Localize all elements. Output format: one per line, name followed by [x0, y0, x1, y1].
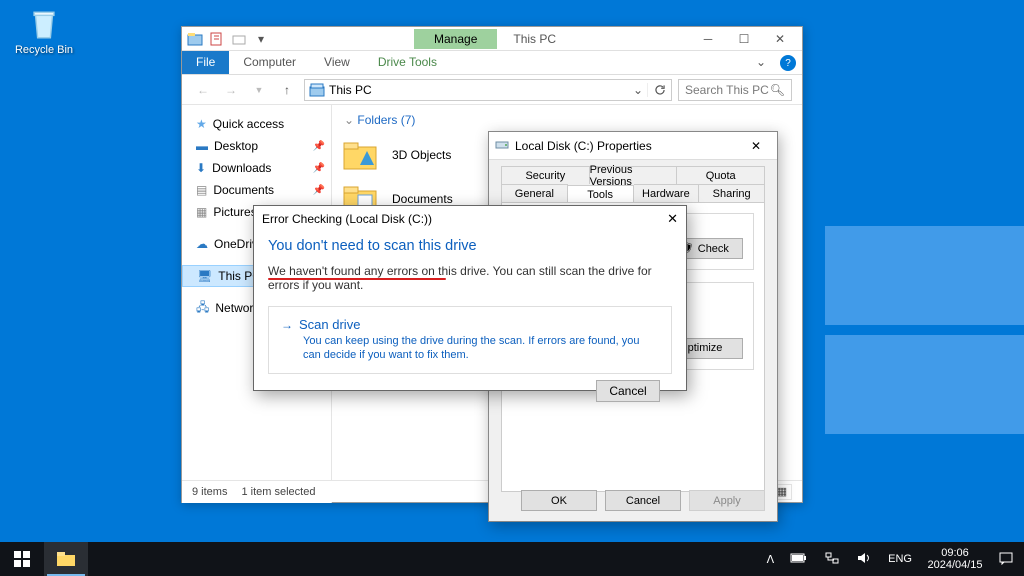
- ok-button[interactable]: OK: [521, 490, 597, 511]
- accent-panel: [825, 226, 1024, 325]
- error-checking-description: We haven't found any errors on this driv…: [268, 264, 672, 292]
- address-bar-row: ← → ▼ ↑ This PC ⌄ Search This PC 🔍︎: [182, 75, 802, 105]
- drive-icon: [495, 137, 509, 154]
- maximize-button[interactable]: ☐: [726, 28, 762, 50]
- status-item-count: 9 items: [192, 486, 227, 498]
- cancel-button[interactable]: Cancel: [596, 380, 660, 402]
- nav-forward-button[interactable]: →: [220, 83, 242, 97]
- onedrive-icon: ☁: [196, 237, 208, 251]
- ribbon-tabs: File Computer View Drive Tools ⌄ ?: [182, 51, 802, 75]
- windows-logo-icon: [14, 551, 30, 567]
- tab-security[interactable]: Security: [501, 166, 590, 184]
- clock-date: 2024/04/15: [924, 559, 986, 571]
- star-icon: ★: [196, 117, 207, 131]
- nav-desktop[interactable]: ▬Desktop📌: [182, 135, 331, 157]
- error-checking-headline: You don't need to scan this drive: [268, 236, 672, 264]
- quick-access-toolbar: ▾ Manage This PC ─ ☐ ✕: [182, 27, 802, 51]
- system-tray: ᐱ ENG 09:06 2024/04/15: [757, 542, 1024, 576]
- search-placeholder: Search This PC: [685, 83, 769, 97]
- recycle-bin-icon: [27, 8, 61, 42]
- nav-documents[interactable]: ▤Documents📌: [182, 179, 331, 201]
- tab-quota[interactable]: Quota: [677, 166, 765, 184]
- tab-view[interactable]: View: [310, 51, 364, 74]
- clock[interactable]: 09:06 2024/04/15: [924, 547, 986, 571]
- address-dropdown-icon[interactable]: ⌄: [629, 83, 647, 97]
- recycle-bin-label: Recycle Bin: [14, 44, 74, 56]
- pin-icon: 📌: [313, 185, 325, 196]
- network-icon[interactable]: [820, 551, 844, 568]
- search-input[interactable]: Search This PC 🔍︎: [678, 79, 792, 101]
- nav-quick-access[interactable]: ★Quick access: [182, 113, 331, 135]
- help-icon[interactable]: ?: [780, 55, 796, 71]
- tab-tools[interactable]: Tools: [568, 185, 634, 203]
- properties-button-row: OK Cancel Apply: [521, 490, 765, 511]
- window-title: This PC: [513, 32, 556, 46]
- tray-chevron-icon[interactable]: ᐱ: [763, 553, 779, 566]
- tab-sharing[interactable]: Sharing: [699, 184, 765, 202]
- start-button[interactable]: [0, 542, 44, 576]
- folder-icon: [342, 137, 378, 173]
- error-checking-titlebar[interactable]: Error Checking (Local Disk (C:)) ✕: [254, 206, 686, 232]
- scan-drive-title: Scan drive: [299, 317, 360, 332]
- refresh-icon[interactable]: [647, 83, 671, 97]
- clock-time: 09:06: [924, 547, 986, 559]
- properties-title: Local Disk (C:) Properties: [515, 139, 652, 153]
- location-icon: [305, 83, 329, 97]
- notifications-icon[interactable]: [994, 551, 1018, 568]
- battery-icon[interactable]: [786, 552, 812, 567]
- scan-drive-option[interactable]: → Scan drive You can keep using the drive…: [268, 306, 672, 374]
- nav-downloads[interactable]: ⬇Downloads📌: [182, 157, 331, 179]
- close-button[interactable]: ✕: [762, 28, 798, 50]
- file-explorer-icon: [186, 30, 204, 48]
- tab-computer[interactable]: Computer: [229, 51, 310, 74]
- taskbar-file-explorer[interactable]: [44, 542, 88, 576]
- pin-icon: 📌: [313, 141, 325, 152]
- tab-hardware[interactable]: Hardware: [634, 184, 700, 202]
- desktop-icon: ▬: [196, 139, 208, 153]
- properties-icon[interactable]: [208, 30, 226, 48]
- error-checking-title: Error Checking (Local Disk (C:)): [262, 212, 432, 226]
- folders-header[interactable]: ⌄ Folders (7): [342, 111, 798, 133]
- nav-up-button[interactable]: ↑: [276, 83, 298, 97]
- properties-titlebar[interactable]: Local Disk (C:) Properties ✕: [489, 132, 777, 160]
- downloads-icon: ⬇: [196, 161, 206, 175]
- pictures-icon: ▦: [196, 205, 207, 219]
- nav-recent-dropdown[interactable]: ▼: [248, 85, 270, 95]
- network-icon: 🖧: [196, 298, 209, 319]
- nav-back-button[interactable]: ←: [192, 83, 214, 97]
- taskbar: ᐱ ENG 09:06 2024/04/15: [0, 542, 1024, 576]
- accent-panel: [825, 335, 1024, 434]
- breadcrumb[interactable]: This PC: [329, 83, 372, 97]
- close-button[interactable]: ✕: [667, 211, 678, 227]
- computer-icon: 🖥: [197, 269, 212, 283]
- ribbon-expand-icon[interactable]: ⌄: [748, 51, 774, 74]
- tab-file[interactable]: File: [182, 51, 229, 74]
- manage-contextual-tab[interactable]: Manage: [414, 29, 497, 49]
- status-selected: 1 item selected: [241, 486, 315, 498]
- minimize-button[interactable]: ─: [690, 28, 726, 50]
- language-indicator[interactable]: ENG: [884, 553, 916, 565]
- tab-drive-tools[interactable]: Drive Tools: [364, 51, 451, 74]
- address-bar[interactable]: This PC ⌄: [304, 79, 672, 101]
- pin-icon: 📌: [313, 163, 325, 174]
- error-checking-dialog: Error Checking (Local Disk (C:)) ✕ You d…: [253, 205, 687, 391]
- cancel-button[interactable]: Cancel: [605, 490, 681, 511]
- arrow-right-icon: →: [281, 318, 293, 332]
- volume-icon[interactable]: [852, 551, 876, 568]
- scan-drive-desc: You can keep using the drive during the …: [303, 334, 659, 363]
- desktop-icon-recycle-bin[interactable]: Recycle Bin: [14, 8, 74, 56]
- annotation-underline: [268, 278, 446, 280]
- tab-previous-versions[interactable]: Previous Versions: [590, 166, 678, 184]
- search-icon: 🔍︎: [770, 83, 785, 97]
- tab-general[interactable]: General: [501, 184, 568, 202]
- close-button[interactable]: ✕: [741, 135, 771, 157]
- file-explorer-icon: [56, 550, 76, 568]
- apply-button[interactable]: Apply: [689, 490, 765, 511]
- new-folder-icon[interactable]: [230, 30, 248, 48]
- documents-icon: ▤: [196, 183, 207, 197]
- qat-dropdown-icon[interactable]: ▾: [252, 30, 270, 48]
